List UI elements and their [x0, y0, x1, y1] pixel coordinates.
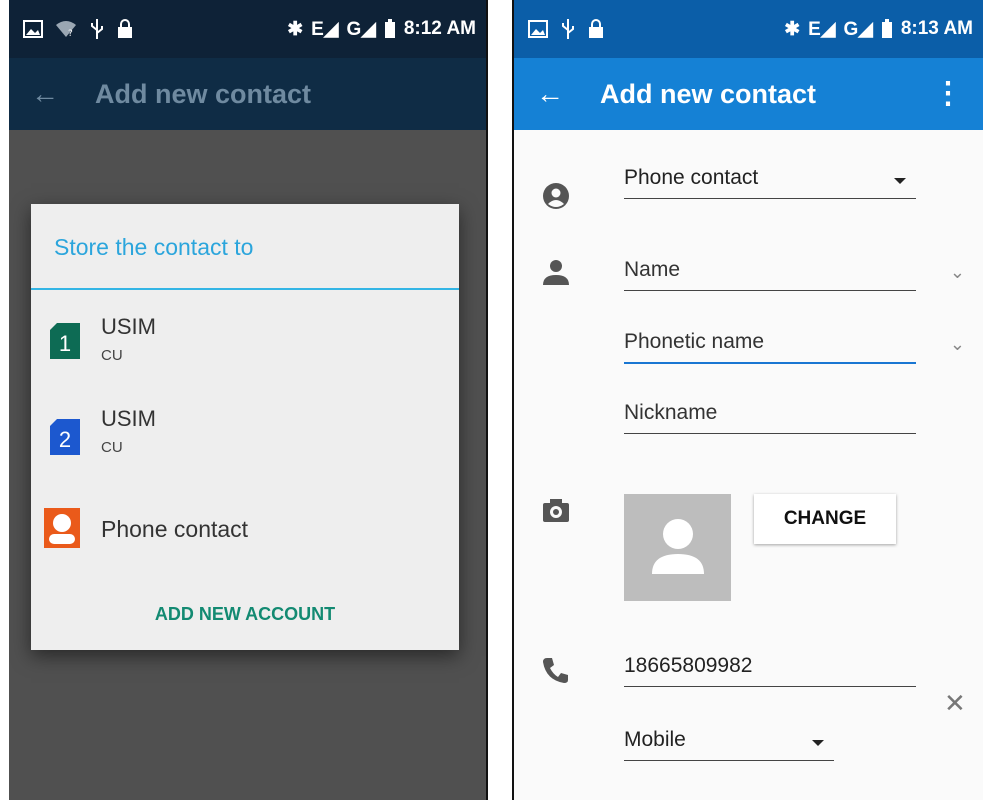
- wifi-question-icon: ?: [56, 21, 76, 38]
- phonetic-name-placeholder: Phonetic name: [624, 330, 765, 353]
- account-dropdown[interactable]: Phone contact: [624, 166, 916, 199]
- svg-text:1: 1: [59, 331, 71, 356]
- account-circle-icon: [543, 183, 569, 209]
- option-usim-2[interactable]: 2 USIM CU: [31, 396, 459, 486]
- right-phone-screen: ✱ E◢ G◢ 8:13 AM ← Add new contact ⋮ Phon…: [514, 0, 983, 800]
- name-field[interactable]: Name: [624, 258, 916, 291]
- status-time: 8:12 AM: [403, 18, 476, 39]
- page-title: Add new contact: [95, 78, 312, 109]
- screen-divider: [486, 0, 488, 800]
- phone-contact-icon: [44, 508, 80, 548]
- person-icon: [543, 260, 569, 285]
- dropdown-arrow-icon: [894, 178, 906, 184]
- option-usim-1[interactable]: 1 USIM CU: [31, 304, 459, 394]
- signal-g-icon: G◢: [346, 18, 376, 40]
- dialog-title: Store the contact to: [54, 234, 254, 260]
- dialog-divider: [31, 288, 459, 290]
- svg-text:?: ?: [68, 29, 73, 38]
- battery-icon: [881, 19, 892, 38]
- bluetooth-icon: ✱: [784, 18, 801, 40]
- account-value: Phone contact: [624, 166, 759, 189]
- image-icon: [528, 20, 548, 38]
- store-contact-dialog: Store the contact to 1 USIM CU 2 USIM CU: [31, 204, 459, 650]
- option-sublabel: CU: [101, 439, 123, 456]
- phone-type-value: Mobile: [624, 728, 686, 751]
- app-bar: ← Add new contact: [9, 58, 486, 130]
- nickname-placeholder: Nickname: [624, 401, 718, 424]
- expand-name-chevron-icon[interactable]: ⌄: [950, 262, 965, 283]
- option-sublabel: CU: [101, 347, 123, 364]
- left-phone-screen: ? ✱ E◢ G◢ 8:12 AM ← Add new contact Stor…: [9, 0, 486, 800]
- lock-icon: [589, 19, 603, 38]
- contact-photo-placeholder[interactable]: [624, 494, 731, 601]
- sim-1-icon: 1: [50, 323, 80, 359]
- phone-number-value: 18665809982: [624, 654, 753, 677]
- image-icon: [23, 20, 43, 38]
- bluetooth-icon: ✱: [287, 18, 304, 40]
- app-bar: ← Add new contact ⋮: [514, 58, 983, 130]
- phonetic-name-field[interactable]: Phonetic name: [624, 330, 916, 364]
- overflow-menu-icon[interactable]: ⋮: [933, 79, 963, 109]
- name-placeholder: Name: [624, 258, 681, 281]
- signal-g-icon: G◢: [843, 18, 873, 40]
- phone-number-field[interactable]: 18665809982: [624, 654, 916, 687]
- back-arrow-icon[interactable]: ←: [536, 78, 564, 110]
- signal-e-icon: E◢: [311, 18, 339, 40]
- dropdown-arrow-icon: [812, 740, 824, 746]
- battery-icon: [384, 19, 395, 38]
- page-title: Add new contact: [600, 78, 817, 109]
- sim-2-icon: 2: [50, 419, 80, 455]
- back-arrow-icon[interactable]: ←: [31, 78, 59, 110]
- status-time: 8:13 AM: [900, 18, 973, 39]
- option-label: Phone contact: [101, 516, 249, 542]
- option-label: USIM: [101, 314, 156, 339]
- option-label: USIM: [101, 406, 156, 431]
- expand-phonetic-chevron-icon[interactable]: ⌄: [950, 334, 965, 355]
- status-bar: ✱ E◢ G◢ 8:13 AM: [514, 0, 983, 58]
- avatar-silhouette-icon: [652, 519, 704, 574]
- phone-type-dropdown[interactable]: Mobile: [624, 728, 834, 761]
- option-phone-contact[interactable]: Phone contact: [31, 494, 459, 584]
- lock-icon: [118, 19, 132, 38]
- camera-icon: [543, 499, 569, 522]
- usb-icon: [562, 19, 574, 39]
- clear-phone-icon[interactable]: ✕: [944, 688, 966, 719]
- nickname-field[interactable]: Nickname: [624, 401, 916, 434]
- usb-icon: [91, 19, 103, 39]
- change-photo-button[interactable]: CHANGE: [754, 494, 896, 544]
- signal-e-icon: E◢: [808, 18, 836, 40]
- status-bar: ? ✱ E◢ G◢ 8:12 AM: [9, 0, 486, 58]
- phone-icon: [543, 658, 568, 683]
- svg-text:2: 2: [59, 427, 71, 452]
- add-new-account-button[interactable]: ADD NEW ACCOUNT: [31, 604, 459, 625]
